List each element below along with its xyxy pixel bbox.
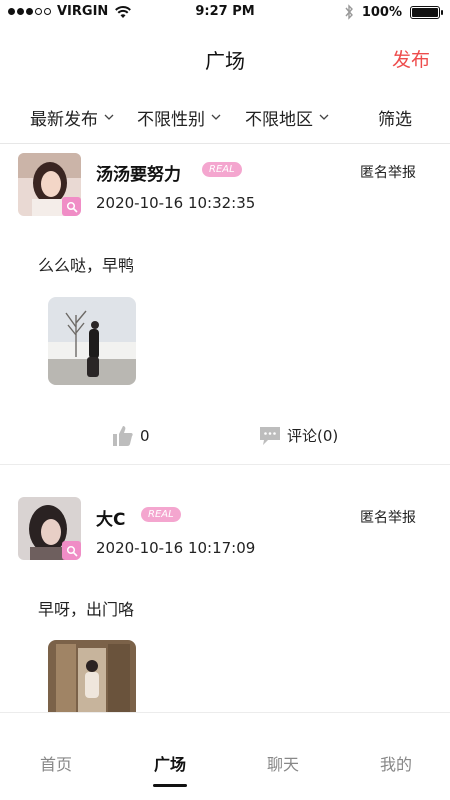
like-button[interactable]: 0 xyxy=(112,425,150,447)
post-text: 早呀，出门咯 xyxy=(38,600,135,619)
post-feed[interactable]: 汤汤要努力 REAL 匿名举报 2020-10-16 10:32:35 么么哒，… xyxy=(0,145,450,712)
nav-bar: 广场 发布 xyxy=(0,24,450,90)
filter-region-dropdown[interactable]: 不限地区 xyxy=(245,105,329,130)
publish-button[interactable]: 发布 xyxy=(392,45,430,72)
status-bar: VIRGIN 9:27 PM 100% xyxy=(0,0,450,24)
post-image[interactable] xyxy=(48,297,136,385)
status-right: 100% xyxy=(344,4,443,20)
comment-label: 评论(0) xyxy=(287,427,339,445)
search-icon xyxy=(62,197,81,216)
filter-bar: 最新发布 不限性别 不限地区 筛选 xyxy=(0,90,450,144)
real-badge: REAL xyxy=(141,507,181,522)
post-image[interactable] xyxy=(48,640,136,712)
chevron-down-icon xyxy=(319,114,329,120)
post-photo xyxy=(48,640,136,712)
filter-sort-dropdown[interactable]: 最新发布 xyxy=(30,105,114,130)
avatar[interactable] xyxy=(18,497,81,560)
chevron-down-icon xyxy=(211,114,221,120)
search-icon xyxy=(62,541,81,560)
avatar[interactable] xyxy=(18,153,81,216)
tab-home[interactable]: 首页 xyxy=(26,751,86,775)
post-time: 2020-10-16 10:17:09 xyxy=(96,539,256,557)
filter-sort-label: 最新发布 xyxy=(30,110,98,130)
page-title: 广场 xyxy=(205,49,245,73)
tab-mine[interactable]: 我的 xyxy=(366,751,426,775)
filter-gender-label: 不限性别 xyxy=(137,110,205,130)
post-text: 么么哒，早鸭 xyxy=(38,256,135,275)
comment-button[interactable]: 评论(0) xyxy=(259,425,338,446)
post-username[interactable]: 大C xyxy=(96,505,125,530)
battery-fill xyxy=(412,7,438,17)
report-link[interactable]: 匿名举报 xyxy=(360,507,416,527)
post-card: 汤汤要努力 REAL 匿名举报 2020-10-16 10:32:35 么么哒，… xyxy=(0,145,450,465)
battery-percent: 100% xyxy=(361,4,402,20)
battery-icon xyxy=(410,5,443,19)
thumbs-up-icon xyxy=(113,426,133,446)
chevron-down-icon xyxy=(104,114,114,120)
active-tab-indicator xyxy=(153,784,187,787)
post-time: 2020-10-16 10:32:35 xyxy=(96,194,256,212)
tab-bar: 首页 广场 聊天 我的 xyxy=(0,712,450,800)
report-link[interactable]: 匿名举报 xyxy=(360,162,416,182)
tab-chat[interactable]: 聊天 xyxy=(253,751,313,775)
comment-icon xyxy=(260,426,280,445)
filter-gender-dropdown[interactable]: 不限性别 xyxy=(137,105,221,130)
bluetooth-icon xyxy=(345,4,353,20)
post-photo xyxy=(48,297,136,385)
post-card: 大C REAL 匿名举报 2020-10-16 10:17:09 早呀，出门咯 xyxy=(0,465,450,712)
real-badge: REAL xyxy=(202,162,242,177)
like-count: 0 xyxy=(140,427,150,445)
post-username[interactable]: 汤汤要努力 xyxy=(96,160,181,185)
tab-square[interactable]: 广场 xyxy=(140,751,200,775)
filter-region-label: 不限地区 xyxy=(245,110,313,130)
filter-button[interactable]: 筛选 xyxy=(378,105,412,130)
